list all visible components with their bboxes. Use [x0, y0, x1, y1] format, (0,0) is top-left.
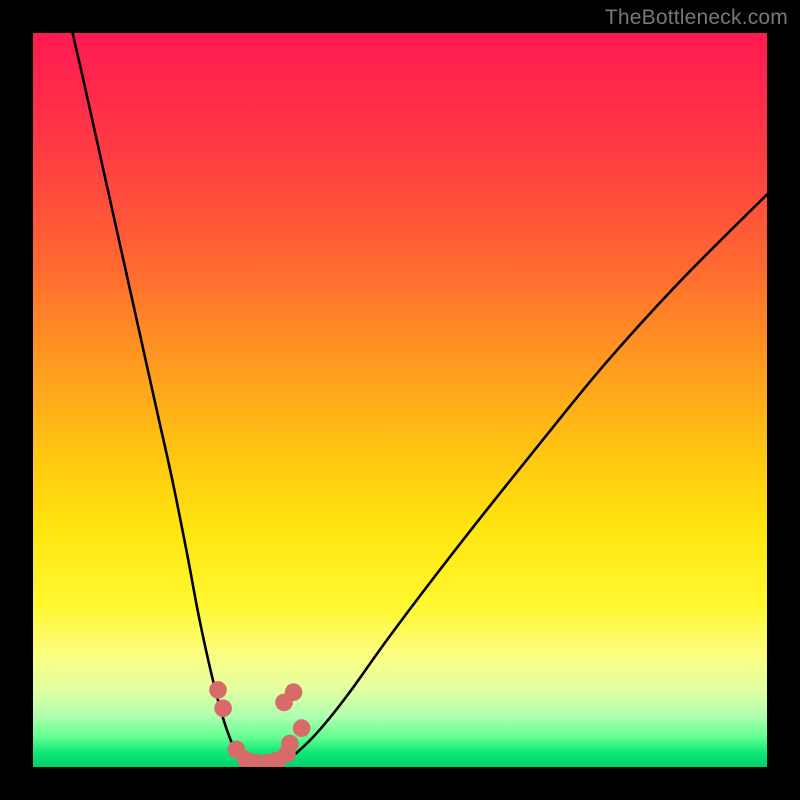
frame: TheBottleneck.com — [0, 0, 800, 800]
gradient-plot — [33, 33, 767, 767]
series-left-curve — [73, 33, 246, 763]
marker-bottom-dots-0 — [209, 681, 227, 699]
marker-bottom-dots-8 — [281, 735, 299, 753]
watermark-text: TheBottleneck.com — [605, 6, 788, 30]
marker-bottom-dots-9 — [293, 719, 311, 737]
curve-layer — [33, 33, 767, 767]
series-layer — [73, 33, 767, 765]
series-right-curve — [283, 194, 767, 762]
marker-bottom-dots-11 — [285, 683, 303, 701]
marker-bottom-dots-1 — [214, 699, 232, 717]
